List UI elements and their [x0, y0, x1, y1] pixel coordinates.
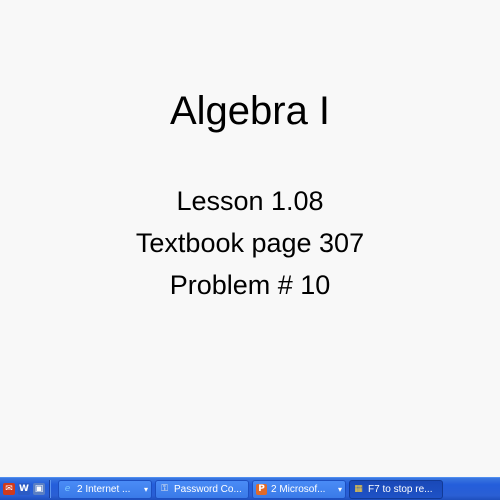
taskbar-button-label: 2 Internet ...	[77, 483, 131, 495]
powerpoint-icon: P	[256, 483, 267, 495]
taskbar-button-internet[interactable]: e 2 Internet ... ▾	[58, 479, 152, 499]
taskbar-button-label: 2 Microsof...	[271, 483, 326, 495]
taskbar-separator	[49, 480, 51, 498]
slide-canvas: Algebra I Lesson 1.08 Textbook page 307 …	[0, 0, 500, 477]
dropdown-arrow-icon: ▾	[143, 484, 148, 494]
dropdown-arrow-icon: ▾	[337, 484, 342, 494]
calendar-icon[interactable]: ▣	[33, 483, 45, 495]
taskbar-button-recorder[interactable]: ▦ F7 to stop re...	[349, 479, 443, 499]
slide-body: Lesson 1.08 Textbook page 307 Problem # …	[0, 182, 500, 308]
word-icon[interactable]: W	[18, 483, 30, 495]
lesson-line: Lesson 1.08	[176, 186, 324, 216]
recorder-icon: ▦	[354, 483, 363, 494]
textbook-page-line: Textbook page 307	[135, 228, 365, 258]
taskbar-button-label: F7 to stop re...	[368, 483, 433, 495]
taskbar: ✉ W ▣ e 2 Internet ... ▾ ⚿ Password Co..…	[0, 477, 500, 500]
lock-icon: ⚿	[161, 483, 168, 494]
taskbar-button-label: Password Co...	[174, 483, 242, 495]
taskbar-button-password[interactable]: ⚿ Password Co...	[155, 479, 249, 499]
internet-explorer-icon: e	[64, 483, 71, 494]
problem-line: Problem # 10	[169, 270, 331, 300]
taskbar-button-powerpoint[interactable]: P 2 Microsof... ▾	[252, 479, 346, 499]
outlook-icon[interactable]: ✉	[3, 483, 15, 495]
slide-title: Algebra I	[169, 89, 331, 133]
